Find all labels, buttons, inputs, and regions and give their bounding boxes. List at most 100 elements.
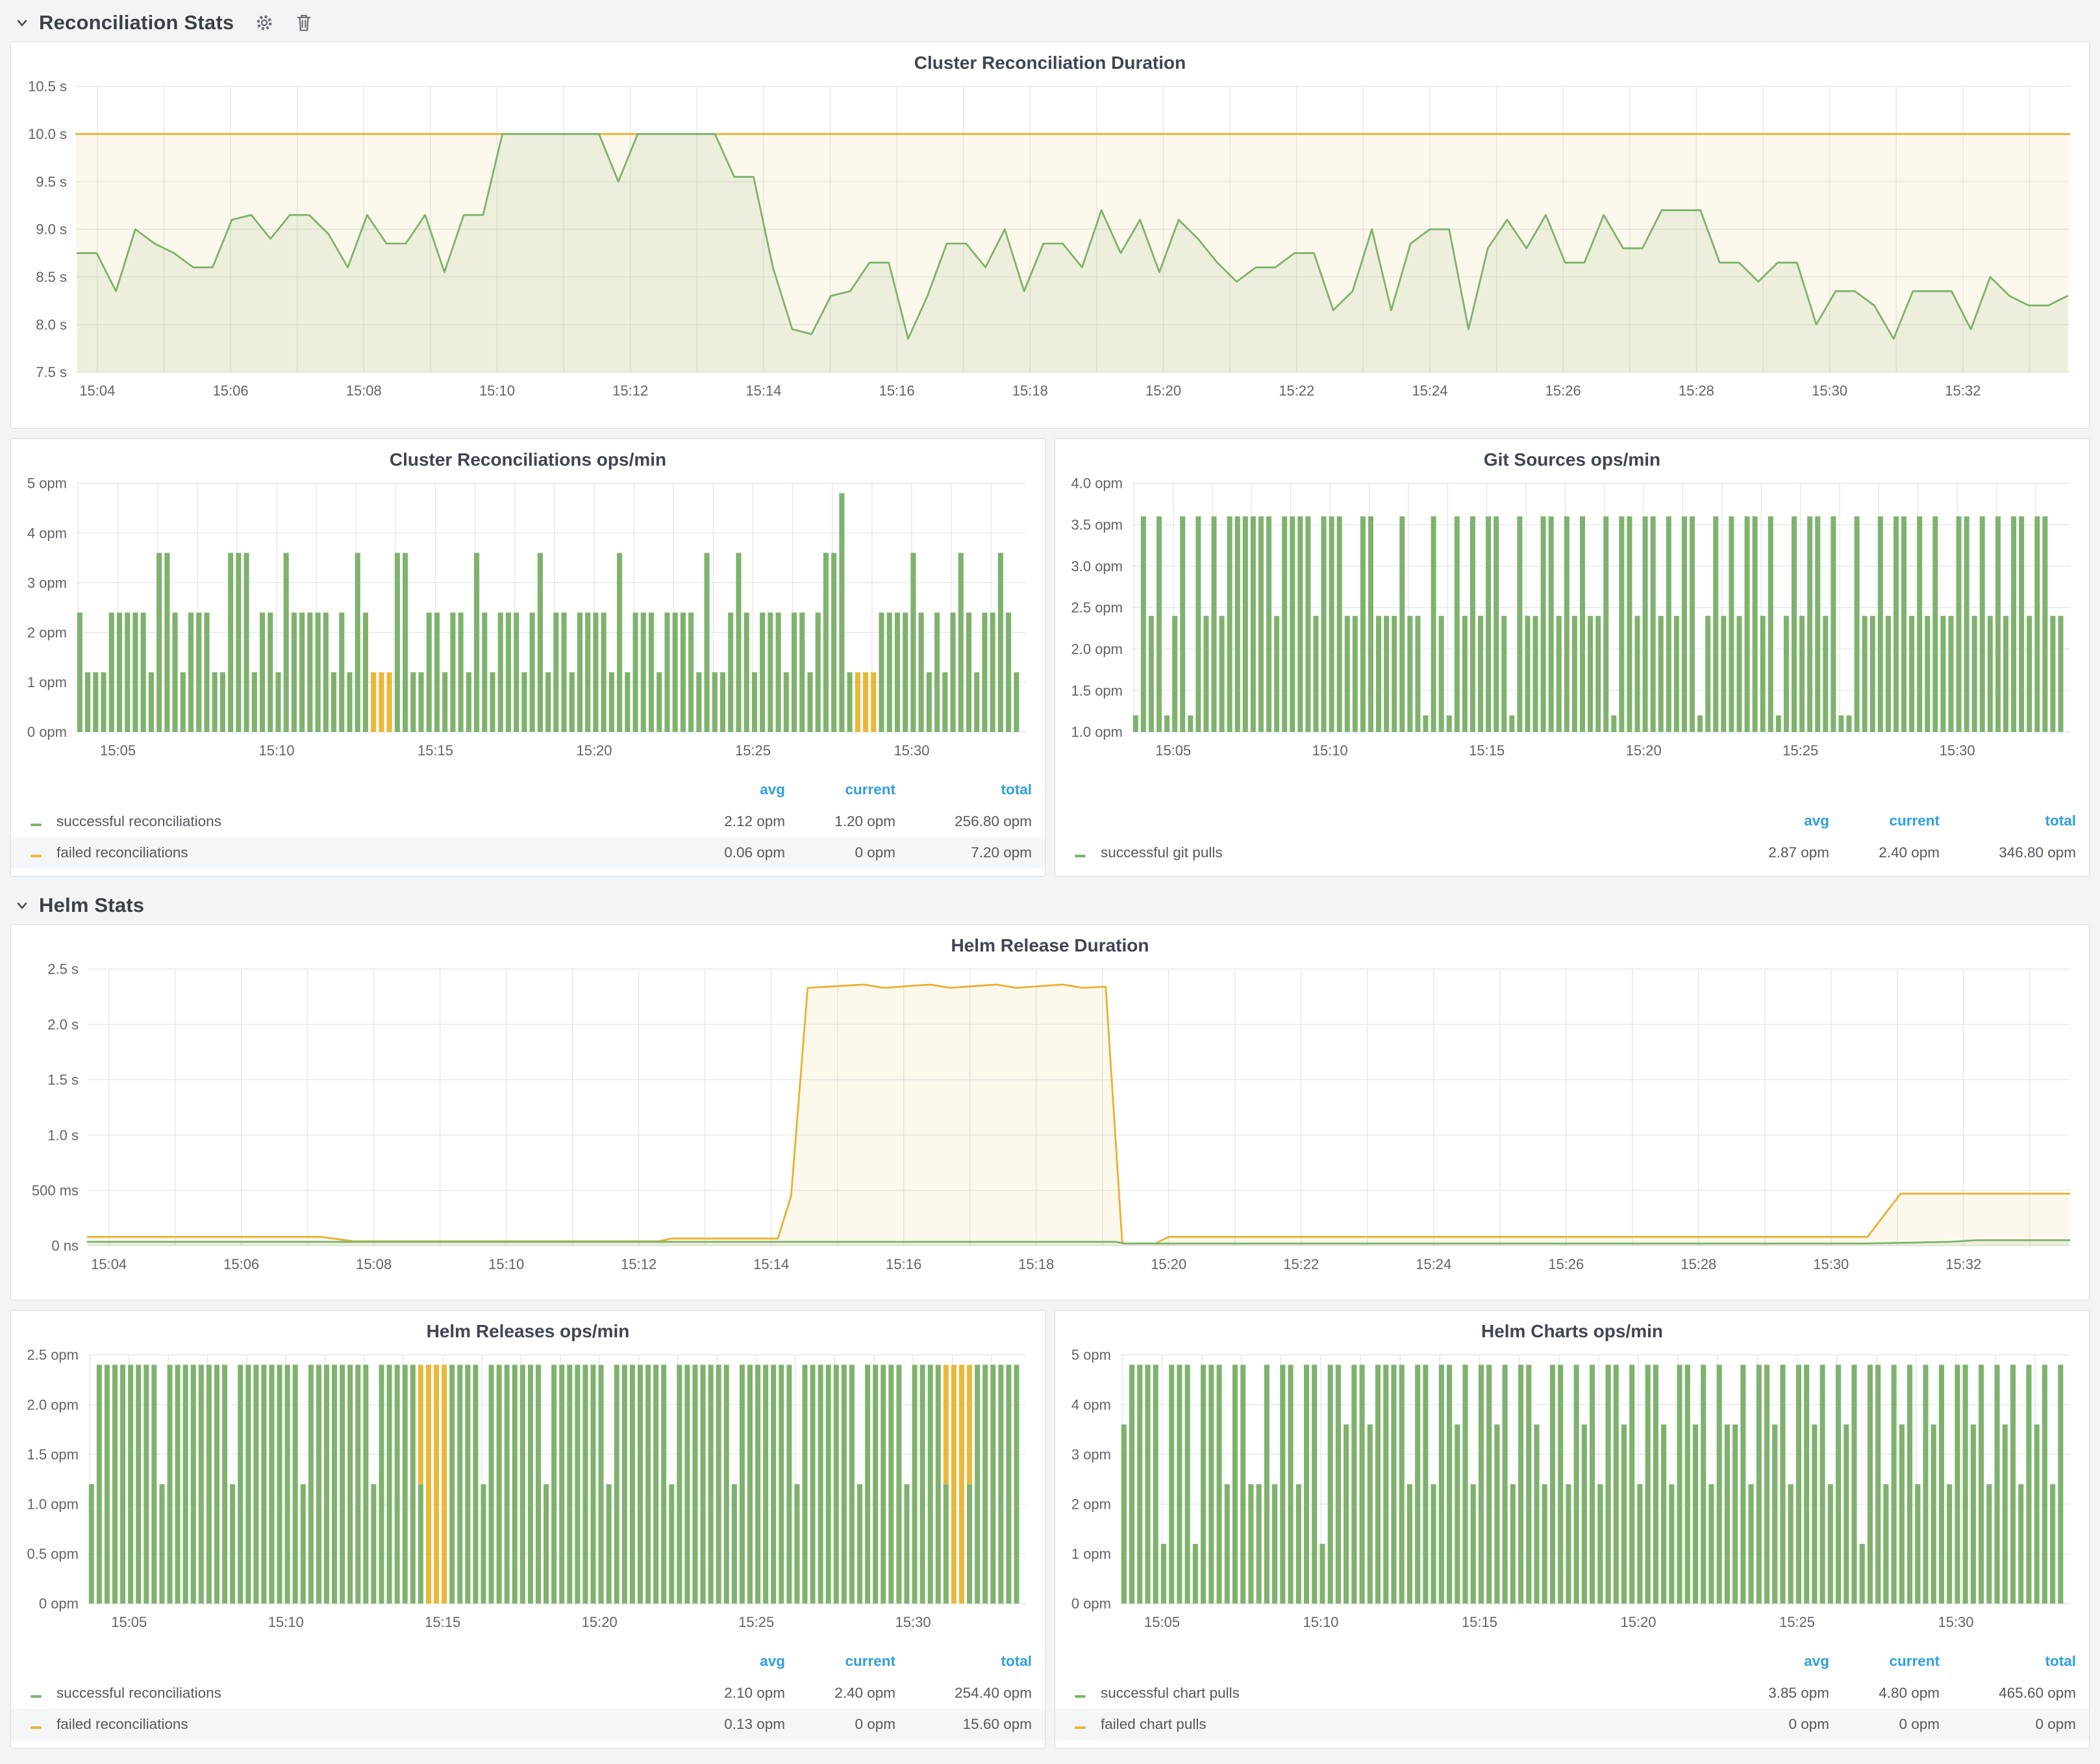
panel-title[interactable]: Cluster Reconciliation Duration [11, 42, 2089, 76]
bar-success[interactable] [1661, 1424, 1666, 1604]
bar-success[interactable] [551, 1365, 556, 1604]
bar-success[interactable] [747, 1365, 753, 1604]
bar-success[interactable] [505, 1365, 510, 1604]
bar-success[interactable] [1344, 1424, 1349, 1604]
bar-success[interactable] [768, 612, 773, 732]
bar-success[interactable] [1851, 1365, 1856, 1604]
bar-success[interactable] [1964, 516, 1969, 732]
bar-success[interactable] [2034, 1424, 2040, 1604]
legend-sort-total[interactable]: total [1940, 813, 2076, 829]
bar-success[interactable] [1923, 1365, 1928, 1604]
bar-success[interactable] [1439, 1365, 1444, 1604]
bar-success[interactable] [1423, 715, 1429, 732]
bar-success[interactable] [1732, 1424, 1738, 1604]
bar-success[interactable] [1470, 516, 1475, 732]
bar-success[interactable] [744, 612, 749, 732]
section-header-helm-stats[interactable]: Helm Stats [10, 887, 2090, 924]
bar-success[interactable] [1717, 1365, 1722, 1604]
bar-success[interactable] [720, 672, 725, 732]
bar-success[interactable] [1736, 616, 1742, 732]
bar-success[interactable] [1725, 1424, 1730, 1604]
bar-success[interactable] [1995, 516, 2001, 732]
bar-success[interactable] [1899, 1424, 1905, 1604]
bar-success[interactable] [1614, 1365, 1619, 1604]
bar-success[interactable] [528, 1365, 533, 1604]
bar-success[interactable] [857, 1484, 862, 1604]
panel-title[interactable]: Helm Release Duration [11, 925, 2089, 959]
bar-success[interactable] [324, 1365, 329, 1604]
bar-success[interactable] [1235, 516, 1240, 732]
legend-sort-avg[interactable]: avg [675, 781, 785, 798]
bar-success[interactable] [206, 1365, 212, 1604]
bar-success[interactable] [645, 1365, 651, 1604]
bar-success[interactable] [214, 1365, 219, 1604]
bar-success[interactable] [1566, 1484, 1571, 1604]
bar-failed[interactable] [863, 672, 868, 732]
bar-success[interactable] [839, 493, 844, 732]
bar-success[interactable] [1988, 616, 1993, 732]
gear-icon[interactable] [255, 13, 274, 32]
bar-success[interactable] [1708, 1484, 1714, 1604]
bar-success[interactable] [776, 612, 781, 732]
bar-success[interactable] [633, 612, 638, 732]
bar-success[interactable] [975, 1365, 980, 1604]
bar-success[interactable] [1979, 1365, 1984, 1604]
bar-success[interactable] [728, 612, 733, 732]
bar-success[interactable] [260, 612, 265, 732]
bar-success[interactable] [1014, 1365, 1019, 1604]
bar-success[interactable] [1164, 715, 1169, 732]
bar-success[interactable] [173, 612, 178, 732]
bar-success[interactable] [1353, 616, 1358, 732]
bar-success[interactable] [418, 672, 423, 732]
bar-success[interactable] [1883, 1484, 1888, 1604]
legend-sort-total[interactable]: total [1940, 1653, 2076, 1670]
bar-success[interactable] [1621, 1424, 1627, 1604]
bar-success[interactable] [1478, 616, 1483, 732]
bar-success[interactable] [1180, 516, 1185, 732]
bar-success[interactable] [458, 612, 464, 732]
bar-success[interactable] [1823, 616, 1828, 732]
bar-success[interactable] [688, 612, 694, 732]
bar-success[interactable] [1892, 1365, 1897, 1604]
bar-success[interactable] [1909, 616, 1914, 732]
legend-label[interactable]: failed reconciliations [56, 844, 675, 861]
bar-success[interactable] [1693, 1424, 1698, 1604]
bar-success[interactable] [1972, 616, 1977, 732]
bar-success[interactable] [942, 672, 947, 732]
bar-failed[interactable] [967, 1365, 972, 1484]
bar-success[interactable] [159, 1484, 164, 1604]
bar-success[interactable] [2042, 1365, 2047, 1604]
bar-success[interactable] [692, 1365, 697, 1604]
bar-success[interactable] [1705, 616, 1710, 732]
bar-success[interactable] [2034, 516, 2040, 732]
bar-success[interactable] [1855, 516, 1860, 732]
bar-success[interactable] [355, 553, 360, 732]
bar-success[interactable] [1447, 715, 1452, 732]
bar-success[interactable] [1745, 516, 1750, 732]
bar-success[interactable] [1462, 1365, 1468, 1604]
bar-success[interactable] [1580, 516, 1585, 732]
bar-success[interactable] [1240, 1365, 1245, 1604]
bar-success[interactable] [1831, 516, 1836, 732]
bar-success[interactable] [1243, 516, 1248, 732]
bar-success[interactable] [1784, 616, 1789, 732]
chart-canvas[interactable]: 0 opm1 opm2 opm3 opm4 opm5 opm15:0515:10… [11, 473, 1044, 768]
bar-success[interactable] [1549, 516, 1554, 732]
bar-failed[interactable] [871, 672, 876, 732]
legend-label[interactable]: successful chart pulls [1101, 1685, 1719, 1702]
bar-success[interactable] [220, 672, 225, 732]
bar-success[interactable] [1479, 1365, 1484, 1604]
bar-success[interactable] [1860, 1544, 1865, 1604]
bar-success[interactable] [1542, 1484, 1547, 1604]
bar-success[interactable] [1447, 1365, 1452, 1604]
bar-failed[interactable] [387, 672, 392, 732]
bar-success[interactable] [934, 612, 940, 732]
bar-success[interactable] [1588, 616, 1593, 732]
bar-success[interactable] [164, 553, 169, 732]
bar-success[interactable] [998, 1365, 1003, 1604]
bar-failed[interactable] [944, 1365, 949, 1484]
bar-success[interactable] [188, 612, 194, 732]
bar-failed[interactable] [442, 1365, 447, 1604]
trash-icon[interactable] [295, 13, 313, 32]
bar-success[interactable] [1534, 1424, 1539, 1604]
